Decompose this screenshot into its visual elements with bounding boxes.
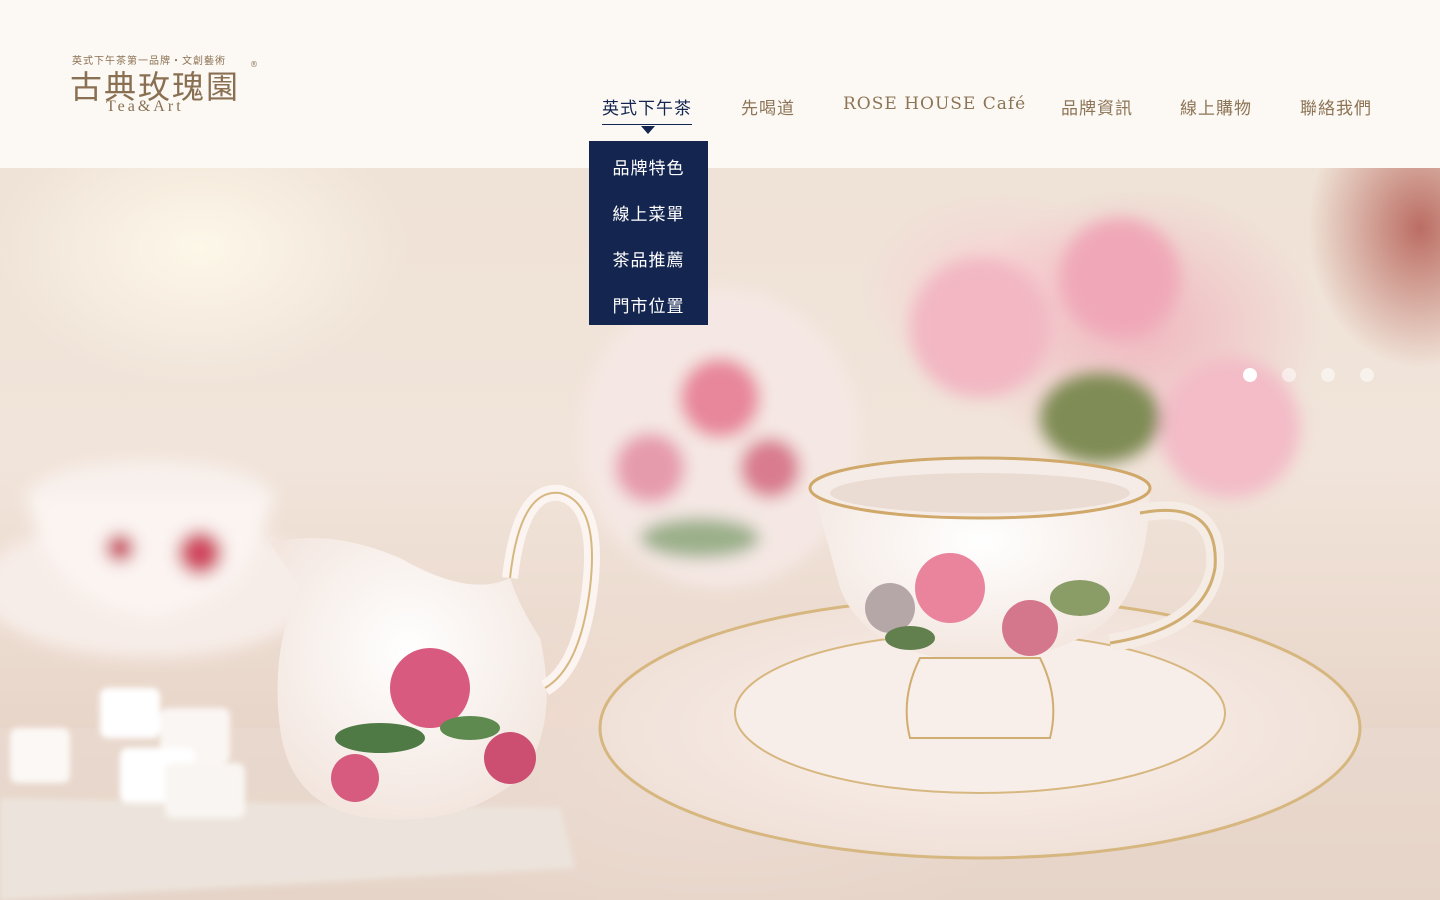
dropdown-item-tea-recommend[interactable]: 茶品推薦 (589, 246, 708, 271)
nav-rose-house-cafe[interactable]: ROSE HOUSE Café (843, 94, 1026, 114)
registered-mark: ® (250, 60, 258, 69)
slider-pagination (1243, 368, 1374, 382)
site-header: 英式下午茶第一品牌・文創藝術 古典玫瑰園 ® Tea&Art 英式下午茶 先喝道… (0, 0, 1440, 168)
slider-dot-4[interactable] (1360, 368, 1374, 382)
main-nav: 英式下午茶 先喝道 ROSE HOUSE Café 品牌資訊 線上購物 聯絡我們 (0, 94, 1440, 125)
teacup-photo-illustration (0, 218, 1440, 900)
dropdown-item-online-menu[interactable]: 線上菜單 (589, 200, 708, 225)
caret-down-icon (641, 126, 655, 134)
dropdown-item-brand-features[interactable]: 品牌特色 (589, 154, 708, 179)
nav-brand-info[interactable]: 品牌資訊 (1061, 94, 1133, 119)
afternoon-tea-dropdown: 品牌特色 線上菜單 茶品推薦 門市位置 (589, 141, 708, 325)
hero-banner-image (0, 168, 1440, 900)
nav-online-shop[interactable]: 線上購物 (1180, 94, 1252, 119)
dropdown-item-store-location[interactable]: 門市位置 (589, 292, 708, 317)
slider-dot-1[interactable] (1243, 368, 1257, 382)
slider-dot-2[interactable] (1282, 368, 1296, 382)
nav-xianhedao[interactable]: 先喝道 (741, 94, 795, 119)
slider-dot-3[interactable] (1321, 368, 1335, 382)
nav-afternoon-tea[interactable]: 英式下午茶 (602, 94, 692, 125)
nav-contact[interactable]: 聯絡我們 (1300, 94, 1372, 119)
